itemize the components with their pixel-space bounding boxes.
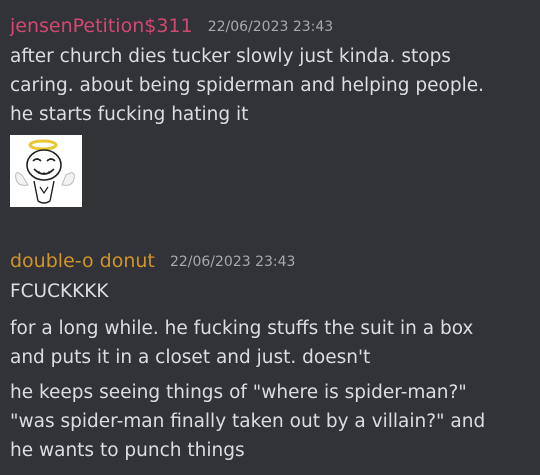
message-block: for a long while. he fucking stuffs the … (10, 314, 532, 372)
message-group: jensenPetition$311 22/06/2023 23:43 afte… (10, 12, 532, 207)
image-attachment[interactable] (10, 135, 82, 207)
message-line: and puts it in a closet and just. doesn'… (10, 347, 371, 368)
message-line: FCUCKKKK (10, 281, 109, 302)
message-line: caring. about being spiderman and helpin… (10, 75, 484, 96)
message-line: after church dies tucker slowly just kin… (10, 46, 451, 67)
message-group: double-o donut 22/06/2023 23:43 FCUCKKKK… (10, 247, 532, 465)
chat-messages: jensenPetition$311 22/06/2023 23:43 afte… (0, 0, 540, 475)
message-line: he keeps seeing things of "where is spid… (10, 382, 467, 403)
message-timestamp: 22/06/2023 23:43 (207, 19, 334, 35)
author-name[interactable]: double-o donut (10, 250, 155, 272)
message-header: double-o donut 22/06/2023 23:43 (10, 247, 532, 275)
message-line: he starts fucking hating it (10, 104, 249, 125)
message-line: for a long while. he fucking stuffs the … (10, 318, 474, 339)
author-name[interactable]: jensenPetition$311 (10, 15, 193, 37)
message-block: he keeps seeing things of "where is spid… (10, 378, 532, 465)
angel-meme-face-icon (15, 139, 75, 204)
message-timestamp: 22/06/2023 23:43 (169, 254, 296, 270)
message-header: jensenPetition$311 22/06/2023 23:43 (10, 12, 532, 40)
message-line: he wants to punch things (10, 440, 245, 461)
message-line: "was spider-man finally taken out by a v… (10, 411, 486, 432)
